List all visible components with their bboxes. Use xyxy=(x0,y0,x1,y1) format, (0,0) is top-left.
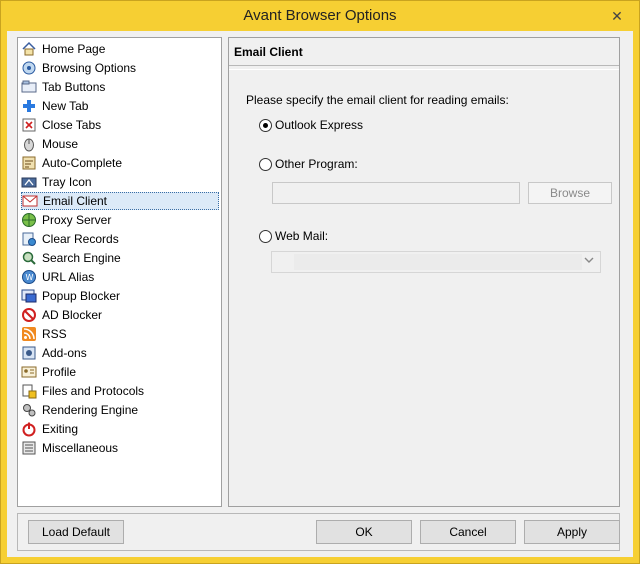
radio-web-mail-label: Web Mail: xyxy=(275,229,329,243)
tree-item-email-client[interactable]: Email Client xyxy=(21,192,219,210)
tree-item-add-ons[interactable]: Add-ons xyxy=(21,344,219,362)
browse-button[interactable]: Browse xyxy=(528,182,612,204)
radio-outlook-express-label: Outlook Express xyxy=(275,118,364,132)
chevron-down-icon[interactable] xyxy=(582,255,596,269)
tree-item-clear-records[interactable]: Clear Records xyxy=(21,230,219,248)
close-icon[interactable]: ✕ xyxy=(607,6,627,26)
tree-item-rss[interactable]: RSS xyxy=(21,325,219,343)
tree-item-new-tab[interactable]: New Tab xyxy=(21,97,219,115)
dialog-client: Home Page Browsing Options Tab Buttons New … xyxy=(7,31,633,557)
envelope-icon xyxy=(22,193,38,209)
tray-icon xyxy=(21,174,37,190)
radio-other-program[interactable]: Other Program: xyxy=(259,157,358,171)
radio-outlook-express[interactable]: Outlook Express xyxy=(259,118,363,132)
settings-panel: Email Client Please specify the email cl… xyxy=(228,37,620,507)
rss-icon xyxy=(21,326,37,342)
category-tree[interactable]: Home Page Browsing Options Tab Buttons New … xyxy=(17,37,222,507)
tree-item-rendering-engine[interactable]: Rendering Engine xyxy=(21,401,219,419)
tree-item-profile[interactable]: Profile xyxy=(21,363,219,381)
tree-item-popup-blocker[interactable]: Popup Blocker xyxy=(21,287,219,305)
no-entry-icon xyxy=(21,307,37,323)
window-title: Avant Browser Options xyxy=(243,7,397,24)
tree-item-ad-blocker[interactable]: AD Blocker xyxy=(21,306,219,324)
radio-web-mail-dot[interactable] xyxy=(259,229,272,243)
cancel-button[interactable]: Cancel xyxy=(420,520,516,544)
tree-item-label: RSS xyxy=(42,327,67,341)
tab-buttons-icon xyxy=(21,79,37,95)
tree-item-tray-icon[interactable]: Tray Icon xyxy=(21,173,219,191)
tree-item-label: Clear Records xyxy=(42,232,119,246)
tree-item-label: AD Blocker xyxy=(42,308,103,322)
panel-header: Email Client xyxy=(229,38,619,66)
tree-item-label: Popup Blocker xyxy=(42,289,121,303)
tree-item-files-and-protocols[interactable]: Files and Protocols xyxy=(21,382,219,400)
misc-icon xyxy=(21,440,37,456)
radio-other-program-label: Other Program: xyxy=(275,157,358,171)
web-mail-select[interactable] xyxy=(271,251,601,273)
tree-item-label: Tray Icon xyxy=(42,175,92,189)
tree-item-browsing-options[interactable]: Browsing Options xyxy=(21,59,219,77)
radio-outlook-express-dot[interactable] xyxy=(259,118,272,132)
tree-item-label: Miscellaneous xyxy=(42,441,119,455)
files-icon xyxy=(21,383,37,399)
tree-item-url-alias[interactable]: W URL Alias xyxy=(21,268,219,286)
search-icon xyxy=(21,250,37,266)
radio-web-mail[interactable]: Web Mail: xyxy=(259,229,328,243)
web-mail-select-value xyxy=(294,254,582,270)
apply-button[interactable]: Apply xyxy=(524,520,620,544)
load-default-button[interactable]: Load Default xyxy=(28,520,124,544)
tree-item-label: Rendering Engine xyxy=(42,403,139,417)
panel-body: Please specify the email client for read… xyxy=(229,69,619,506)
tree-item-search-engine[interactable]: Search Engine xyxy=(21,249,219,267)
browsing-options-icon xyxy=(21,60,37,76)
close-tab-icon xyxy=(21,117,37,133)
tree-item-label: Tab Buttons xyxy=(42,80,106,94)
tree-item-label: New Tab xyxy=(42,99,89,113)
tree-item-label: Close Tabs xyxy=(42,118,102,132)
button-bar: Load Default OK Cancel Apply xyxy=(17,513,620,551)
tree-item-mouse[interactable]: Mouse xyxy=(21,135,219,153)
home-icon xyxy=(21,41,37,57)
popup-blocker-icon xyxy=(21,288,37,304)
tree-item-proxy-server[interactable]: Proxy Server xyxy=(21,211,219,229)
tree-item-label: Exiting xyxy=(42,422,79,436)
ok-button[interactable]: OK xyxy=(316,520,412,544)
gears-icon xyxy=(21,402,37,418)
options-window: Avant Browser Options ✕ Home Page Browsin… xyxy=(0,0,640,564)
profile-icon xyxy=(21,364,37,380)
tree-item-miscellaneous[interactable]: Miscellaneous xyxy=(21,439,219,457)
svg-text:W: W xyxy=(26,273,34,282)
tree-item-tab-buttons[interactable]: Tab Buttons xyxy=(21,78,219,96)
tree-item-close-tabs[interactable]: Close Tabs xyxy=(21,116,219,134)
tree-item-label: Search Engine xyxy=(42,251,121,265)
tree-item-label: Profile xyxy=(42,365,77,379)
power-icon xyxy=(21,421,37,437)
tree-item-exiting[interactable]: Exiting xyxy=(21,420,219,438)
tree-item-home-page[interactable]: Home Page xyxy=(21,40,219,58)
tree-item-label: Email Client xyxy=(43,194,108,208)
other-program-input[interactable] xyxy=(272,182,520,204)
tree-item-auto-complete[interactable]: Auto-Complete xyxy=(21,154,219,172)
radio-other-program-dot[interactable] xyxy=(259,157,272,171)
tree-item-label: Files and Protocols xyxy=(42,384,145,398)
tree-item-label: URL Alias xyxy=(42,270,95,284)
tree-item-label: Home Page xyxy=(42,42,106,56)
add-ons-icon xyxy=(21,345,37,361)
tree-item-label: Mouse xyxy=(42,137,79,151)
email-client-prompt: Please specify the email client for read… xyxy=(246,93,509,107)
panel-title: Email Client xyxy=(234,45,303,59)
plus-icon xyxy=(21,98,37,114)
url-alias-icon: W xyxy=(21,269,37,285)
title-bar[interactable]: Avant Browser Options ✕ xyxy=(1,1,639,31)
tree-item-label: Proxy Server xyxy=(42,213,112,227)
auto-complete-icon xyxy=(21,155,37,171)
tree-item-label: Add-ons xyxy=(42,346,87,360)
tree-item-label: Browsing Options xyxy=(42,61,137,75)
tree-item-label: Auto-Complete xyxy=(42,156,123,170)
clear-records-icon xyxy=(21,231,37,247)
mouse-icon xyxy=(21,136,37,152)
globe-icon xyxy=(21,212,37,228)
